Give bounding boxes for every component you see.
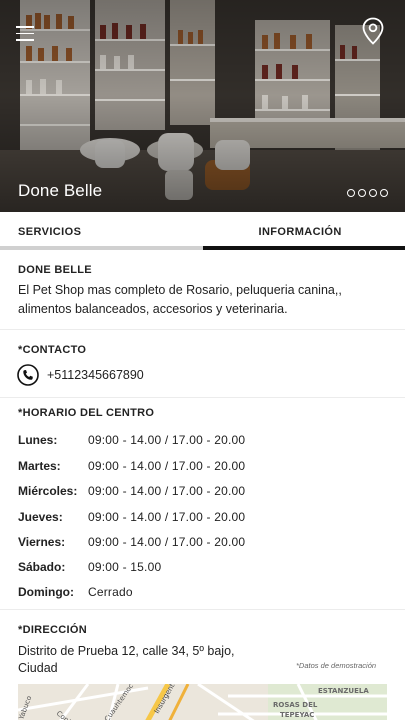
phone-number[interactable]: +5112345667890 bbox=[47, 368, 144, 382]
contact-section: *CONTACTO bbox=[0, 330, 405, 398]
map-tiles: ESTANZUELA ROSAS DEL TEPEYAC Insurgentes… bbox=[18, 684, 387, 720]
about-title: DONE BELLE bbox=[18, 264, 92, 276]
hours-time: Cerrado bbox=[88, 585, 133, 599]
tab-label: INFORMACIÓN bbox=[258, 226, 342, 238]
location-map[interactable]: ESTANZUELA ROSAS DEL TEPEYAC Insurgentes… bbox=[18, 684, 387, 720]
about-section: DONE BELLE El Pet Shop mas completo de R… bbox=[0, 250, 405, 330]
phone-icon[interactable] bbox=[17, 364, 39, 386]
address-text: Distrito de Prueba 12, calle 34, 5º bajo… bbox=[18, 644, 235, 675]
carousel-dot[interactable] bbox=[369, 189, 377, 197]
map-label: ESTANZUELA bbox=[318, 687, 369, 695]
contact-title: *CONTACTO bbox=[18, 344, 87, 356]
hours-day: Miércoles: bbox=[18, 484, 78, 498]
tab-label: SERVICIOS bbox=[18, 226, 82, 238]
carousel-indicator[interactable] bbox=[347, 189, 388, 197]
hours-day: Martes: bbox=[18, 459, 61, 473]
hours-time: 09:00 - 14.00 / 17.00 - 20.00 bbox=[88, 484, 246, 498]
hours-day: Sábado: bbox=[18, 560, 66, 574]
about-description: El Pet Shop mas completo de Rosario, pel… bbox=[18, 283, 342, 316]
hero-banner: Done Belle bbox=[0, 0, 405, 212]
demo-data-note: *Datos de demostración bbox=[296, 661, 377, 670]
address-title: *DIRECCIÓN bbox=[18, 624, 88, 636]
hours-day: Viernes: bbox=[18, 535, 66, 549]
hours-day: Jueves: bbox=[18, 510, 63, 524]
hours-time: 09:00 - 15.00 bbox=[88, 560, 162, 574]
carousel-dot[interactable] bbox=[380, 189, 388, 197]
hours-title: *HORARIO DEL CENTRO bbox=[18, 407, 155, 419]
hamburger-menu-icon[interactable] bbox=[16, 26, 34, 42]
carousel-dot[interactable] bbox=[358, 189, 366, 197]
hours-day: Lunes: bbox=[18, 433, 58, 447]
tab-servicios[interactable]: SERVICIOS bbox=[0, 212, 203, 250]
hours-time: 09:00 - 14.00 / 17.00 - 20.00 bbox=[88, 459, 246, 473]
hours-day: Domingo: bbox=[18, 585, 74, 599]
hours-section: *HORARIO DEL CENTRO bbox=[0, 398, 405, 610]
hours-time: 09:00 - 14.00 / 17.00 - 20.00 bbox=[88, 433, 246, 447]
tab-informacion[interactable]: INFORMACIÓN bbox=[202, 212, 405, 250]
hours-time: 09:00 - 14.00 / 17.00 - 20.00 bbox=[88, 535, 246, 549]
map-label: ROSAS DEL bbox=[273, 701, 318, 709]
business-name: Done Belle bbox=[18, 181, 103, 200]
hours-time: 09:00 - 14.00 / 17.00 - 20.00 bbox=[88, 510, 246, 524]
carousel-dot[interactable] bbox=[347, 189, 355, 197]
map-label: TEPEYAC bbox=[280, 711, 314, 719]
tab-bar: SERVICIOS INFORMACIÓN bbox=[0, 212, 405, 250]
map-pin-icon[interactable] bbox=[361, 17, 385, 45]
